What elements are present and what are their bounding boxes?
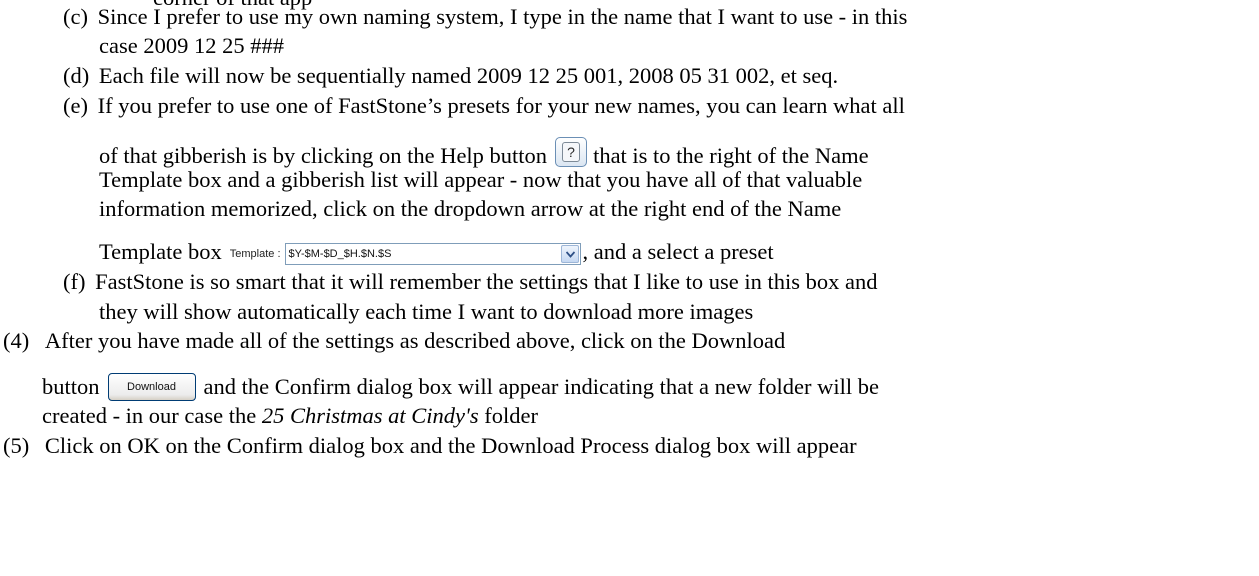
step-marker-4: (4) [3,328,30,353]
template-combobox[interactable]: $Y-$M-$D_$H.$N.$S [284,243,581,265]
list-marker-d: (d) [63,63,90,88]
list-item-e-line4: information memorized, click on the drop… [99,196,842,221]
folder-name: 25 Christmas at Cindy's [261,403,479,428]
list-text-e: If you prefer to use one of FastStone’s … [97,93,905,118]
list-text-d: Each file will now be sequentially named… [98,63,839,88]
step-5-line1: (5) Click on OK on the Confirm dialog bo… [3,432,857,460]
step-text-5: Click on OK on the Confirm dialog box an… [44,433,857,458]
list-item-c-line2: case 2009 12 25 ### [99,33,284,58]
template-label: Template : [229,248,281,260]
list-item-e-line1: (e) If you prefer to use one of FastSton… [63,92,905,120]
list-item-f-line1: (f) FastStone is so smart that it will r… [63,268,878,296]
list-marker-e: (e) [63,93,88,118]
list-item-c-line1: (c) Since I prefer to use my own naming … [63,3,907,31]
list-item-e-line3: Template box and a gibberish list will a… [99,167,863,192]
chevron-down-icon [565,251,575,258]
name-template-field: Template : $Y-$M-$D_$H.$N.$S [230,242,581,266]
list-item-f-line2: they will show automatically each time I… [99,299,754,324]
dropdown-arrow-button[interactable] [560,245,579,263]
step-4-line2: button Download and the Confirm dialog box… [42,373,879,401]
list-marker-c: (c) [63,4,88,29]
step-marker-5: (5) [3,433,30,458]
list-item-d-line1: (d) Each file will now be sequentially n… [63,62,838,90]
list-marker-f: (f) [63,269,86,294]
download-button[interactable]: Download [107,373,196,401]
question-mark-icon: ? [562,142,581,162]
step-text-4: After you have made all of the settings … [44,328,786,353]
list-text-f: FastStone is so smart that it will remem… [95,269,878,294]
step-4-line1: (4) After you have made all of the setti… [3,327,785,355]
help-button[interactable]: ? [555,137,588,167]
template-value: $Y-$M-$D_$H.$N.$S [288,248,392,260]
step-4-line3: created - in our case the 25 Christmas a… [42,403,538,428]
list-item-e-line5: Template box Template : $Y-$M-$D_$H.$N.$S,… [99,238,774,266]
list-text-c: Since I prefer to use my own naming syst… [97,4,908,29]
